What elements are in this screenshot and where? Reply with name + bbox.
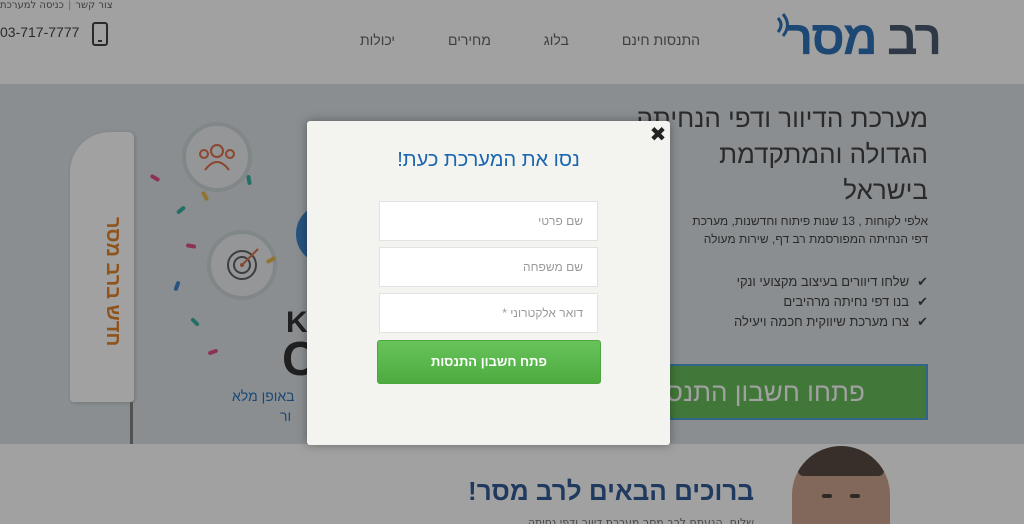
open-trial-submit-button[interactable]: פתח חשבון התנסות: [377, 340, 601, 384]
last-name-field[interactable]: [379, 247, 598, 287]
first-name-field[interactable]: [379, 201, 598, 241]
modal-title: נסו את המערכת כעת!: [397, 149, 580, 171]
close-icon[interactable]: ✖: [648, 124, 668, 144]
signup-modal: ✖ נסו את המערכת כעת! פתח חשבון התנסות: [307, 121, 670, 445]
email-field[interactable]: [379, 293, 598, 333]
